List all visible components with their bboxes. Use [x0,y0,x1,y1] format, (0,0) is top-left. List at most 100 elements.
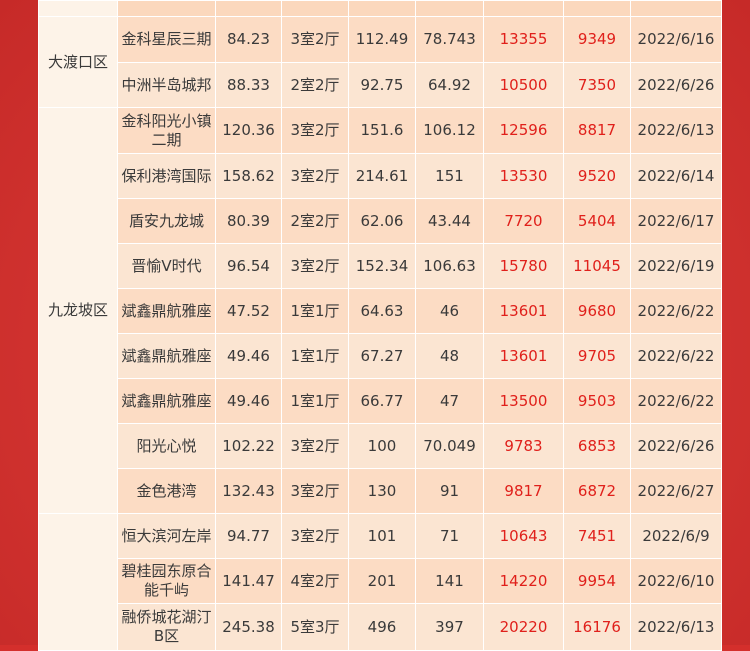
cell-top [630,0,722,17]
layout-cell: 3室2厅 [281,153,349,199]
table-row: 阳光心悦 102.22 3室2厅 100 70.049 9783 6853 20… [39,423,722,469]
price-inner-cell: 13500 [483,378,564,424]
price-inner-cell: 10643 [483,513,564,559]
date-cell: 2022/6/19 [630,243,722,289]
price-inner-cell: 14220 [483,558,564,604]
table-row: 保利港湾国际 158.62 3室2厅 214.61 151 13530 9520… [39,153,722,199]
listing-price-table: 大渡口区 金科星辰三期 84.23 3室2厅 112.49 78.743 133… [38,0,722,651]
price-inner-cell: 10500 [483,62,564,108]
table-row: 融侨城花湖汀B区 245.38 5室3厅 496 397 20220 16176… [39,603,722,651]
price-inner-cell: 13601 [483,288,564,334]
project-name-cell: 融侨城花湖汀B区 [117,603,216,651]
project-name-cell: 斌鑫鼎航雅座 [117,378,216,424]
gross-area-cell: 151.6 [348,107,416,154]
table-row: 金色港湾 132.43 3室2厅 130 91 9817 6872 2022/6… [39,468,722,514]
date-cell: 2022/6/16 [630,16,722,63]
gross-area-cell: 92.75 [348,62,416,108]
layout-cell: 3室2厅 [281,513,349,559]
price-gross-cell: 7350 [563,62,631,108]
layout-cell: 5室3厅 [281,603,349,651]
price-gross-cell: 7451 [563,513,631,559]
date-cell: 2022/6/13 [630,107,722,154]
net-area-cell: 78.743 [415,16,484,63]
gross-area-cell: 214.61 [348,153,416,199]
area-cell: 132.43 [215,468,282,514]
net-area-cell: 71 [415,513,484,559]
net-area-cell: 46 [415,288,484,334]
cell-top [281,0,349,17]
project-name-cell: 金科星辰三期 [117,16,216,63]
net-area-cell: 47 [415,378,484,424]
price-gross-cell: 9503 [563,378,631,424]
layout-cell: 3室2厅 [281,243,349,289]
price-gross-cell: 9954 [563,558,631,604]
gross-area-cell: 152.34 [348,243,416,289]
gross-area-cell: 100 [348,423,416,469]
project-name-cell: 斌鑫鼎航雅座 [117,333,216,379]
net-area-cell: 397 [415,603,484,651]
date-cell: 2022/6/17 [630,198,722,244]
cell-top [563,0,631,17]
net-area-cell: 64.92 [415,62,484,108]
price-gross-cell: 5404 [563,198,631,244]
net-area-cell: 141 [415,558,484,604]
table-row: 盾安九龙城 80.39 2室2厅 62.06 43.44 7720 5404 2… [39,198,722,244]
layout-cell: 1室1厅 [281,333,349,379]
price-gross-cell: 6872 [563,468,631,514]
table-row: 大渡口区 金科星辰三期 84.23 3室2厅 112.49 78.743 133… [38,16,722,108]
cell-top [117,0,216,17]
district-cell-top [38,0,118,17]
area-cell: 84.23 [215,16,282,63]
date-cell: 2022/6/22 [630,288,722,334]
district-cell [38,513,118,651]
net-area-cell: 70.049 [415,423,484,469]
gross-area-cell: 130 [348,468,416,514]
price-inner-cell: 15780 [483,243,564,289]
table-row: 斌鑫鼎航雅座 49.46 1室1厅 67.27 48 13601 9705 20… [39,333,722,379]
gross-area-cell: 62.06 [348,198,416,244]
layout-cell: 3室2厅 [281,468,349,514]
date-cell: 2022/6/14 [630,153,722,199]
date-cell: 2022/6/26 [630,423,722,469]
gross-area-cell: 64.63 [348,288,416,334]
price-gross-cell: 8817 [563,107,631,154]
project-name-cell: 金色港湾 [117,468,216,514]
gross-area-cell: 201 [348,558,416,604]
district-cell: 大渡口区 [38,16,118,108]
price-gross-cell: 9349 [563,16,631,63]
area-cell: 120.36 [215,107,282,154]
price-inner-cell: 13530 [483,153,564,199]
net-area-cell: 91 [415,468,484,514]
table-row: 恒大滨河左岸 94.77 3室2厅 101 71 10643 7451 2022… [38,513,722,651]
price-inner-cell: 13601 [483,333,564,379]
price-gross-cell: 11045 [563,243,631,289]
district-cell: 九龙坡区 [38,107,118,514]
date-cell: 2022/6/13 [630,603,722,651]
price-gross-cell: 6853 [563,423,631,469]
project-name-cell: 金科阳光小镇二期 [117,107,216,154]
project-name-cell: 保利港湾国际 [117,153,216,199]
project-name-cell: 斌鑫鼎航雅座 [117,288,216,334]
area-cell: 158.62 [215,153,282,199]
area-cell: 102.22 [215,423,282,469]
price-gross-cell: 9520 [563,153,631,199]
area-cell: 49.46 [215,378,282,424]
date-cell: 2022/6/22 [630,333,722,379]
cell-top [348,0,416,17]
date-cell: 2022/6/26 [630,62,722,108]
price-gross-cell: 9680 [563,288,631,334]
net-area-cell: 48 [415,333,484,379]
gross-area-cell: 67.27 [348,333,416,379]
price-inner-cell: 12596 [483,107,564,154]
gross-area-cell: 101 [348,513,416,559]
table-row: 九龙坡区 金科阳光小镇二期 120.36 3室2厅 151.6 106.12 1… [38,107,722,514]
layout-cell: 3室2厅 [281,423,349,469]
gross-area-cell: 112.49 [348,16,416,63]
table-row: 斌鑫鼎航雅座 47.52 1室1厅 64.63 46 13601 9680 20… [39,288,722,334]
price-inner-cell: 7720 [483,198,564,244]
gross-area-cell: 496 [348,603,416,651]
project-name-cell: 碧桂园东原合能千屿 [117,558,216,604]
price-inner-cell: 9783 [483,423,564,469]
area-cell: 245.38 [215,603,282,651]
layout-cell: 3室2厅 [281,107,349,154]
